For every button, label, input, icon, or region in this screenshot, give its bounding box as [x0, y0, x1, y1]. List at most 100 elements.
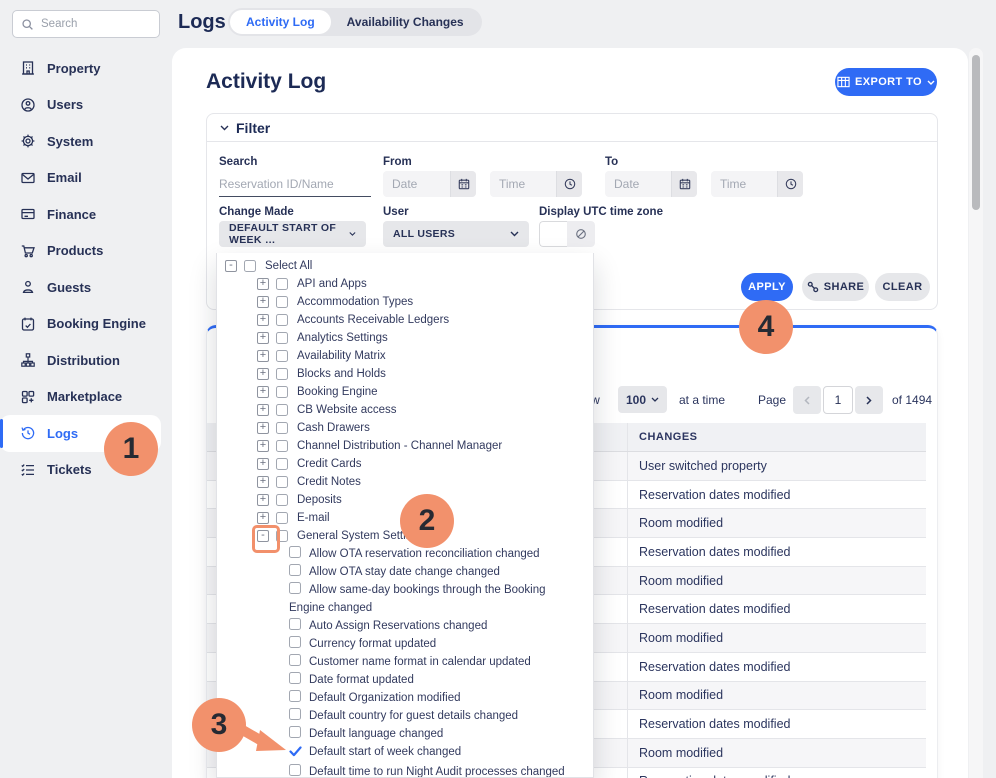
sidebar-item-system[interactable]: System	[0, 123, 172, 160]
to-time-input[interactable]	[711, 177, 777, 191]
tree-group-row[interactable]: Booking Engine	[257, 383, 593, 401]
tree-child-row[interactable]: Allow OTA stay date change changed	[289, 563, 574, 581]
clock-icon[interactable]	[777, 171, 803, 197]
from-date-field[interactable]	[383, 171, 476, 197]
group-checkbox[interactable]	[276, 278, 288, 290]
share-button[interactable]: SHARE	[802, 273, 869, 301]
tree-group-row[interactable]: CB Website access	[257, 401, 593, 419]
calendar-icon[interactable]	[450, 171, 476, 197]
group-checkbox[interactable]	[276, 440, 288, 452]
child-checkbox[interactable]	[289, 672, 301, 684]
tree-child-row[interactable]: Date format updated	[289, 671, 574, 689]
child-checkbox[interactable]	[289, 546, 301, 558]
to-date-input[interactable]	[605, 177, 671, 191]
tree-child-row[interactable]: Default time to run Night Audit processe…	[289, 763, 574, 778]
apply-button[interactable]: APPLY	[741, 273, 793, 301]
tree-child-row[interactable]: Default start of week changed	[289, 743, 574, 763]
expand-expander-icon[interactable]	[257, 368, 269, 380]
group-checkbox[interactable]	[276, 494, 288, 506]
export-to-button[interactable]: EXPORT TO	[835, 68, 937, 96]
tree-child-row[interactable]: Allow OTA reservation reconciliation cha…	[289, 545, 574, 563]
sidebar-item-email[interactable]: Email	[0, 160, 172, 197]
child-checkbox[interactable]	[289, 636, 301, 648]
expand-expander-icon[interactable]	[257, 422, 269, 434]
expand-expander-icon[interactable]	[257, 386, 269, 398]
group-checkbox[interactable]	[276, 296, 288, 308]
utc-checkbox[interactable]	[539, 221, 567, 247]
tree-child-row[interactable]: Default country for guest details change…	[289, 707, 574, 725]
expand-expander-icon[interactable]	[257, 476, 269, 488]
tree-group-row[interactable]: API and Apps	[257, 275, 593, 293]
calendar-icon[interactable]	[671, 171, 697, 197]
tree-child-row[interactable]: Allow same-day bookings through the Book…	[289, 581, 574, 617]
scrollbar-track[interactable]	[969, 48, 983, 778]
scrollbar-thumb[interactable]	[972, 55, 980, 210]
group-checkbox[interactable]	[276, 512, 288, 524]
change-made-select[interactable]: DEFAULT START OF WEEK …	[219, 221, 366, 247]
child-checkbox[interactable]	[289, 764, 301, 776]
group-checkbox[interactable]	[276, 332, 288, 344]
reservation-search-field[interactable]	[219, 171, 371, 197]
child-checkbox[interactable]	[289, 690, 301, 702]
user-select[interactable]: ALL USERS	[383, 221, 529, 247]
from-time-field[interactable]	[490, 171, 582, 197]
sidebar-item-products[interactable]: Products	[0, 233, 172, 270]
sidebar-item-marketplace[interactable]: Marketplace	[0, 379, 172, 416]
child-checkbox[interactable]	[289, 564, 301, 576]
tree-group-row[interactable]: Channel Distribution - Channel Manager	[257, 437, 593, 455]
expand-expander-icon[interactable]	[257, 332, 269, 344]
child-checkbox[interactable]	[289, 582, 301, 594]
child-checkbox[interactable]	[289, 654, 301, 666]
page-number-field[interactable]	[823, 386, 853, 414]
expand-expander-icon[interactable]	[257, 530, 269, 542]
group-checkbox[interactable]	[276, 422, 288, 434]
sidebar-item-finance[interactable]: Finance	[0, 196, 172, 233]
group-checkbox[interactable]	[276, 458, 288, 470]
group-checkbox[interactable]	[276, 350, 288, 362]
clear-button[interactable]: CLEAR	[875, 273, 930, 301]
reservation-search-input[interactable]	[219, 171, 371, 196]
sidebar-search[interactable]	[12, 10, 160, 38]
clock-icon[interactable]	[556, 171, 582, 197]
tree-group-row[interactable]: Cash Drawers	[257, 419, 593, 437]
sidebar-item-booking-engine[interactable]: Booking Engine	[0, 306, 172, 343]
tab-availability-changes[interactable]: Availability Changes	[331, 10, 480, 34]
group-checkbox[interactable]	[276, 476, 288, 488]
child-checkbox[interactable]	[289, 618, 301, 630]
child-checkbox[interactable]	[289, 708, 301, 720]
to-time-field[interactable]	[711, 171, 803, 197]
prev-page-button[interactable]	[793, 386, 821, 414]
sidebar-item-property[interactable]: Property	[0, 50, 172, 87]
tree-child-row[interactable]: Currency format updated	[289, 635, 574, 653]
select-all-checkbox[interactable]	[244, 260, 256, 272]
tree-group-row[interactable]: Accounts Receivable Ledgers	[257, 311, 593, 329]
child-checkbox[interactable]	[289, 726, 301, 738]
group-checkbox[interactable]	[276, 314, 288, 326]
tree-group-row[interactable]: Blocks and Holds	[257, 365, 593, 383]
tree-child-row[interactable]: Auto Assign Reservations changed	[289, 617, 574, 635]
from-date-input[interactable]	[383, 177, 450, 191]
search-input[interactable]	[41, 18, 141, 30]
to-date-field[interactable]	[605, 171, 697, 197]
expand-expander-icon[interactable]	[257, 314, 269, 326]
tree-child-row[interactable]: Default Organization modified	[289, 689, 574, 707]
expand-expander-icon[interactable]	[257, 404, 269, 416]
tree-child-row[interactable]: Customer name format in calendar updated	[289, 653, 574, 671]
expand-expander-icon[interactable]	[257, 458, 269, 470]
tree-group-row[interactable]: Credit Notes	[257, 473, 593, 491]
expand-expander-icon[interactable]	[257, 440, 269, 452]
expand-expander-icon[interactable]	[257, 512, 269, 524]
sidebar-item-users[interactable]: Users	[0, 87, 172, 124]
expand-expander-icon[interactable]	[257, 296, 269, 308]
sidebar-item-distribution[interactable]: Distribution	[0, 342, 172, 379]
from-time-input[interactable]	[490, 177, 556, 191]
tree-group-row[interactable]: Credit Cards	[257, 455, 593, 473]
page-number-input[interactable]	[824, 387, 852, 413]
expand-expander-icon[interactable]	[257, 350, 269, 362]
tree-group-row[interactable]: Analytics Settings	[257, 329, 593, 347]
tree-group-row[interactable]: Availability Matrix	[257, 347, 593, 365]
filter-header[interactable]: Filter	[207, 114, 937, 142]
collapse-expander-icon[interactable]	[225, 260, 237, 272]
tree-child-row[interactable]: Default language changed	[289, 725, 574, 743]
group-checkbox[interactable]	[276, 368, 288, 380]
